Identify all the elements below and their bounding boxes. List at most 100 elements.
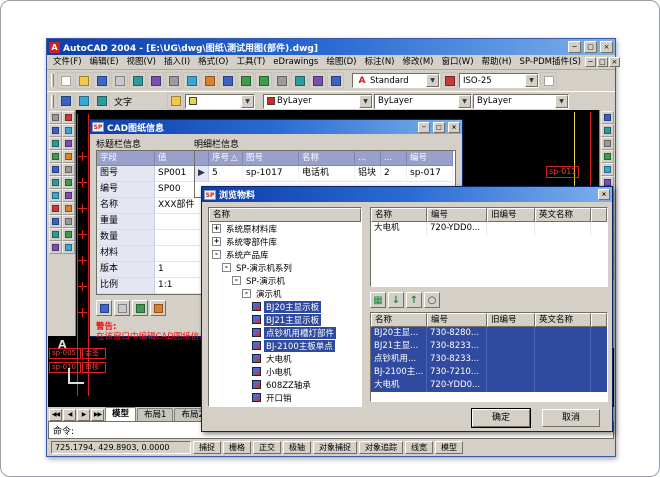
tree-node-label[interactable]: 小电机	[264, 366, 294, 378]
list-item[interactable]: BJ20主显... 730-8280...	[371, 327, 607, 340]
dim-style-combo[interactable]: ISO-25 ▼	[459, 73, 539, 88]
help-icon[interactable]	[540, 72, 557, 89]
tree-header-name[interactable]: 名称	[209, 208, 361, 222]
insert-block-icon[interactable]	[49, 241, 62, 254]
list-cell[interactable]	[535, 379, 591, 392]
tree-leaf[interactable]: 开口销	[209, 391, 361, 404]
detail-row[interactable]: ▶ 5 sp-1017 电话机 铝块 2 sp-017	[195, 166, 453, 182]
list-cell[interactable]: 720-YDD0...	[427, 222, 487, 235]
list-cell[interactable]: 点钞机用...	[371, 353, 427, 366]
tree-node[interactable]: +系统原材料库	[209, 222, 361, 235]
list-cell[interactable]	[535, 353, 591, 366]
menu-item-window[interactable]: 窗口(W)	[437, 56, 477, 69]
import-info-icon[interactable]	[132, 300, 148, 316]
tree-node-label[interactable]: BJ21主显示板	[264, 314, 321, 326]
list-cell[interactable]	[487, 222, 535, 235]
tab-last-icon[interactable]: ▶▶	[91, 409, 104, 421]
menu-item-format[interactable]: 格式(O)	[194, 56, 232, 69]
copy-object-icon[interactable]	[62, 124, 75, 137]
dim-radius-icon[interactable]	[601, 150, 614, 163]
mtext-icon[interactable]	[57, 93, 74, 110]
menu-item-view[interactable]: 视图(V)	[123, 56, 160, 69]
search-icon[interactable]: ○	[424, 292, 440, 308]
color-combo[interactable]: ByLayer ▼	[263, 94, 373, 109]
dim-linear-icon[interactable]	[601, 111, 614, 124]
tree-node-label[interactable]: 演示机	[254, 288, 284, 300]
column-header-oldcode[interactable]: 旧编号	[487, 313, 535, 327]
tab-layout1[interactable]: 布局1	[137, 408, 173, 421]
polar-toggle[interactable]: 极轴	[283, 441, 311, 454]
tree-node-label[interactable]: 点钞机用槽灯部件	[264, 327, 336, 339]
menu-item-edrawings[interactable]: eDrawings	[269, 56, 322, 69]
tree-node[interactable]: -系统产品库	[209, 248, 361, 261]
mdi-minimize-button[interactable]: ─	[585, 57, 596, 67]
column-header-code[interactable]: 编号	[427, 208, 487, 222]
tree-leaf[interactable]: BJ21主显示板	[209, 313, 361, 326]
save-icon[interactable]	[93, 72, 110, 89]
dim-ordinate-icon[interactable]	[601, 137, 614, 150]
edit-text-icon[interactable]	[93, 93, 110, 110]
array-icon[interactable]	[62, 163, 75, 176]
ok-button[interactable]: 确定	[472, 409, 530, 427]
chevron-down-icon[interactable]: ▼	[458, 95, 471, 108]
list-cell[interactable]: 720-YDD0...	[427, 379, 487, 392]
menu-item-draw[interactable]: 绘图(D)	[322, 56, 360, 69]
erase-icon[interactable]	[62, 111, 75, 124]
list-cell[interactable]	[487, 353, 535, 366]
tree-node[interactable]: -SP-演示机系列	[209, 261, 361, 274]
plot-preview-icon[interactable]	[129, 72, 146, 89]
detail-cell[interactable]: 铝块	[355, 166, 381, 182]
extend-icon[interactable]	[62, 241, 75, 254]
menu-item-tools[interactable]: 工具(T)	[232, 56, 269, 69]
offset-icon[interactable]	[62, 150, 75, 163]
model-toggle[interactable]: 模型	[435, 441, 463, 454]
rotate-icon[interactable]	[62, 189, 75, 202]
maximize-button[interactable]: □	[584, 41, 597, 53]
print-info-icon[interactable]	[114, 300, 130, 316]
tree-leaf[interactable]: BJ-2100主板单点	[209, 339, 361, 352]
menu-item-edit[interactable]: 编辑(E)	[86, 56, 123, 69]
tree-node-label[interactable]: BJ-2100主板单点	[264, 340, 335, 352]
move-icon[interactable]	[62, 176, 75, 189]
cut-icon[interactable]	[165, 72, 182, 89]
toolbar-grip[interactable]	[51, 95, 54, 108]
dialog-maximize-button[interactable]: □	[433, 122, 445, 133]
chevron-down-icon[interactable]: ▼	[426, 74, 439, 87]
spline-icon[interactable]	[49, 215, 62, 228]
list-cell[interactable]	[487, 379, 535, 392]
paste-icon[interactable]	[201, 72, 218, 89]
tab-model[interactable]: 模型	[105, 407, 136, 421]
list-cell[interactable]: 730-7210...	[427, 366, 487, 379]
trim-icon[interactable]	[62, 228, 75, 241]
column-header-field[interactable]: 字段	[97, 151, 155, 166]
list-cell[interactable]	[535, 340, 591, 353]
designcenter-icon[interactable]	[327, 72, 344, 89]
tree-node-label[interactable]: 开口销	[264, 392, 294, 404]
column-header-misc1[interactable]: ...	[355, 151, 381, 166]
arc-icon[interactable]	[49, 176, 62, 189]
expand-icon[interactable]: +	[212, 224, 221, 233]
dim-style-manager-icon[interactable]	[441, 72, 458, 89]
list-item[interactable]: BJ21主显... 730-8233...	[371, 340, 607, 353]
tree-node-label[interactable]: 系统产品库	[224, 249, 271, 261]
publish-icon[interactable]	[147, 72, 164, 89]
tree-leaf[interactable]: 大电机	[209, 352, 361, 365]
tree-node-label[interactable]: SP-演示机	[244, 275, 287, 287]
column-header-code[interactable]: 编号	[407, 151, 453, 166]
tree-leaf[interactable]: 小电机	[209, 365, 361, 378]
menu-item-file[interactable]: 文件(F)	[49, 56, 86, 69]
menu-item-dimension[interactable]: 标注(N)	[361, 56, 399, 69]
single-text-icon[interactable]	[75, 93, 92, 110]
toolbar-grip[interactable]	[51, 74, 54, 87]
construction-line-icon[interactable]	[49, 124, 62, 137]
polygon-icon[interactable]	[49, 150, 62, 163]
undo-icon[interactable]	[237, 72, 254, 89]
export-info-icon[interactable]	[150, 300, 166, 316]
column-header-seq[interactable]: 序号△	[209, 151, 243, 166]
close-button[interactable]: ×	[600, 41, 613, 53]
column-header-engname[interactable]: 英文名称	[535, 208, 591, 222]
list-item[interactable]: 点钞机用... 730-8233...	[371, 353, 607, 366]
coordinates-readout[interactable]: 725.1794, 429.8903, 0.0000	[51, 441, 191, 454]
tree-node-label[interactable]: 大电机	[264, 353, 294, 365]
lineweight-combo[interactable]: ByLayer ▼	[473, 94, 569, 109]
